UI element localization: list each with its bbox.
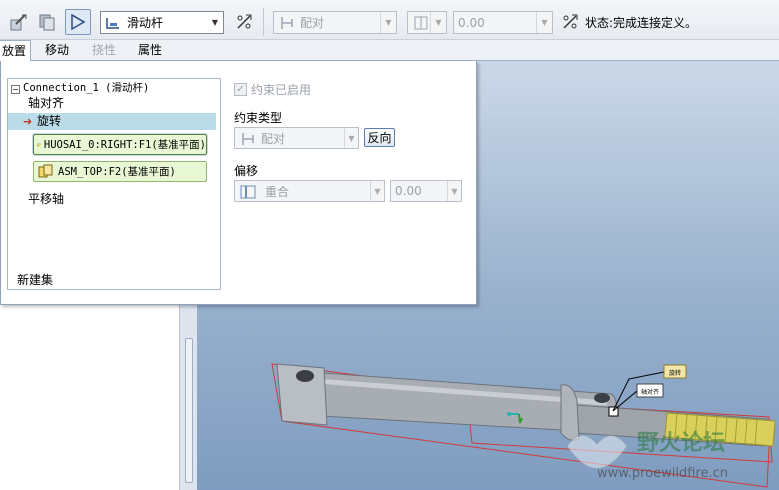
flip-constraint-icon[interactable] — [557, 9, 583, 35]
splitter-handle[interactable] — [185, 338, 193, 483]
rotation-tag: 旋转 — [669, 369, 681, 377]
offset-value-field[interactable]: 0.00 ▼ — [390, 180, 462, 202]
offset-value-input[interactable]: 0.00 ▼ — [453, 11, 553, 34]
user-defined-icon[interactable] — [5, 9, 31, 35]
connection-tree[interactable]: − Connection_1 (滑动杆) 轴对齐 ➜ 旋转 HUOSAI_0:RI… — [7, 78, 221, 290]
watermark-logo-icon — [566, 435, 628, 469]
dashboard-tabs: 放置 移动 挠性 属性 — [0, 40, 779, 62]
slider-icon — [106, 18, 119, 29]
constraint-enabled-checkbox[interactable]: ✓ 约束已启用 — [234, 81, 311, 98]
toolbar-separator — [263, 8, 264, 36]
offset-value-field-text: 0.00 — [395, 184, 422, 198]
placement-icon[interactable] — [34, 9, 60, 35]
axis-align-tag: 轴对齐 — [641, 388, 659, 396]
tab-move[interactable]: 移动 — [41, 40, 73, 61]
tree-item-axis-align[interactable]: 轴对齐 — [28, 95, 64, 112]
mate-icon — [242, 133, 254, 145]
tab-placement[interactable]: 放置 — [0, 40, 32, 62]
placement-panel: − Connection_1 (滑动杆) 轴对齐 ➜ 旋转 HUOSAI_0:RI… — [0, 61, 477, 305]
offset-type-select[interactable]: ▼ — [407, 11, 447, 34]
chevron-down-icon[interactable]: ▼ — [344, 128, 358, 148]
chevron-down-icon[interactable]: ▼ — [207, 12, 223, 33]
tab-properties[interactable]: 属性 — [134, 40, 166, 61]
chevron-down-icon[interactable]: ▼ — [430, 12, 446, 33]
watermark-text: 野火论坛 — [637, 430, 726, 456]
offset-value-text: 0.00 — [458, 15, 485, 30]
tree-item-rotation-label: 旋转 — [37, 114, 62, 128]
new-set-link[interactable]: 新建集 — [17, 272, 53, 289]
chevron-down-icon[interactable]: ▼ — [380, 12, 396, 33]
dashboard-toolbar: 滑动杆 ▼ 配对 ▼ ▼ 0.00 ▼ 状态:完成连接定义。 — [0, 0, 779, 40]
tab-flexibility[interactable]: 挠性 — [88, 40, 120, 61]
datum-plane-icon — [37, 142, 41, 146]
coincident-icon — [240, 185, 256, 199]
status-label: 状态:完成连接定义。 — [585, 16, 698, 30]
tree-root-row[interactable]: − Connection_1 (滑动杆) — [11, 79, 149, 96]
tree-item-translation-axis[interactable]: 平移轴 — [28, 191, 64, 208]
reference-2[interactable]: ASM_TOP:F2(基准平面) — [33, 161, 207, 182]
mount-hole — [296, 370, 314, 382]
constraint-enabled-label: 约束已启用 — [251, 83, 312, 97]
flip-percent-icon[interactable] — [231, 9, 257, 35]
chevron-down-icon[interactable]: ▼ — [447, 181, 461, 201]
reference-1-label: HUOSAI_0:RIGHT:F1(基准平面) — [43, 139, 206, 151]
datum-plane-icon — [38, 164, 53, 177]
connection-type-select[interactable]: 滑动杆 ▼ — [100, 11, 224, 34]
constraint-type-select[interactable]: 配对 ▼ — [273, 11, 397, 34]
reference-1[interactable]: HUOSAI_0:RIGHT:F1(基准平面) — [32, 133, 208, 156]
mate-icon — [281, 17, 293, 29]
mechanism-connection-icon[interactable] — [65, 9, 91, 35]
tree-item-rotation[interactable]: ➜ 旋转 — [8, 113, 216, 130]
tree-root-label: Connection_1 (滑动杆) — [23, 82, 150, 94]
constraint-type-dropdown[interactable]: 配对 ▼ — [234, 127, 359, 149]
collapse-icon[interactable]: − — [11, 85, 20, 94]
constraint-type-label: 约束类型 — [234, 111, 283, 125]
offset-label: 偏移 — [234, 164, 259, 178]
flip-button[interactable]: 反向 — [364, 128, 395, 147]
chevron-down-icon[interactable]: ▼ — [536, 12, 552, 33]
checkbox-icon[interactable]: ✓ — [234, 83, 247, 96]
coincident-icon — [414, 16, 428, 30]
arrow-right-icon: ➜ — [23, 115, 33, 128]
offset-type-dropdown[interactable]: 重合 ▼ — [234, 180, 385, 202]
chevron-down-icon[interactable]: ▼ — [370, 181, 384, 201]
reference-2-label: ASM_TOP:F2(基准平面) — [58, 166, 176, 178]
watermark-url: www.proewildfire.cn — [597, 466, 728, 481]
